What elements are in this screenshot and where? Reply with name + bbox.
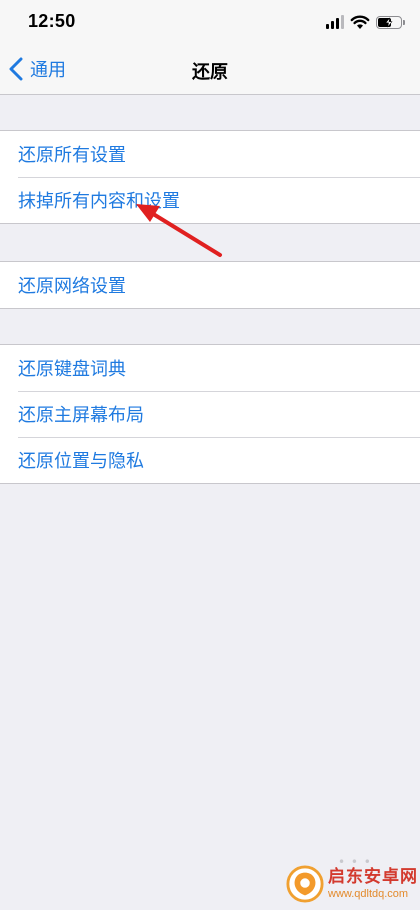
settings-group-3: 还原键盘词典 还原主屏幕布局 还原位置与隐私: [0, 344, 420, 484]
cellular-signal-icon: [326, 15, 344, 29]
reset-all-settings-row[interactable]: 还原所有设置: [0, 131, 420, 177]
status-icons: [326, 13, 405, 31]
settings-group-2: 还原网络设置: [0, 261, 420, 309]
reset-home-screen-layout-row[interactable]: 还原主屏幕布局: [0, 391, 420, 437]
reset-location-privacy-row[interactable]: 还原位置与隐私: [0, 437, 420, 483]
navigation-bar: 通用 还原: [0, 44, 420, 95]
reset-keyboard-dictionary-row[interactable]: 还原键盘词典: [0, 345, 420, 391]
page-title: 还原: [192, 62, 228, 83]
erase-all-content-row[interactable]: 抹掉所有内容和设置: [0, 177, 420, 223]
battery-charging-icon: [376, 15, 405, 29]
status-time: 12:50: [28, 11, 76, 31]
watermark-title: 启东安卓网: [328, 866, 418, 887]
watermark-url: www.qdltdq.com: [328, 887, 409, 900]
watermark-logo-icon: [286, 865, 324, 903]
watermark: 启东安卓网 www.qdltdq.com: [286, 858, 420, 910]
settings-group-1: 还原所有设置 抹掉所有内容和设置: [0, 130, 420, 224]
wifi-icon: [350, 15, 370, 29]
reset-network-settings-row[interactable]: 还原网络设置: [0, 262, 420, 308]
status-bar: 12:50: [0, 0, 420, 44]
